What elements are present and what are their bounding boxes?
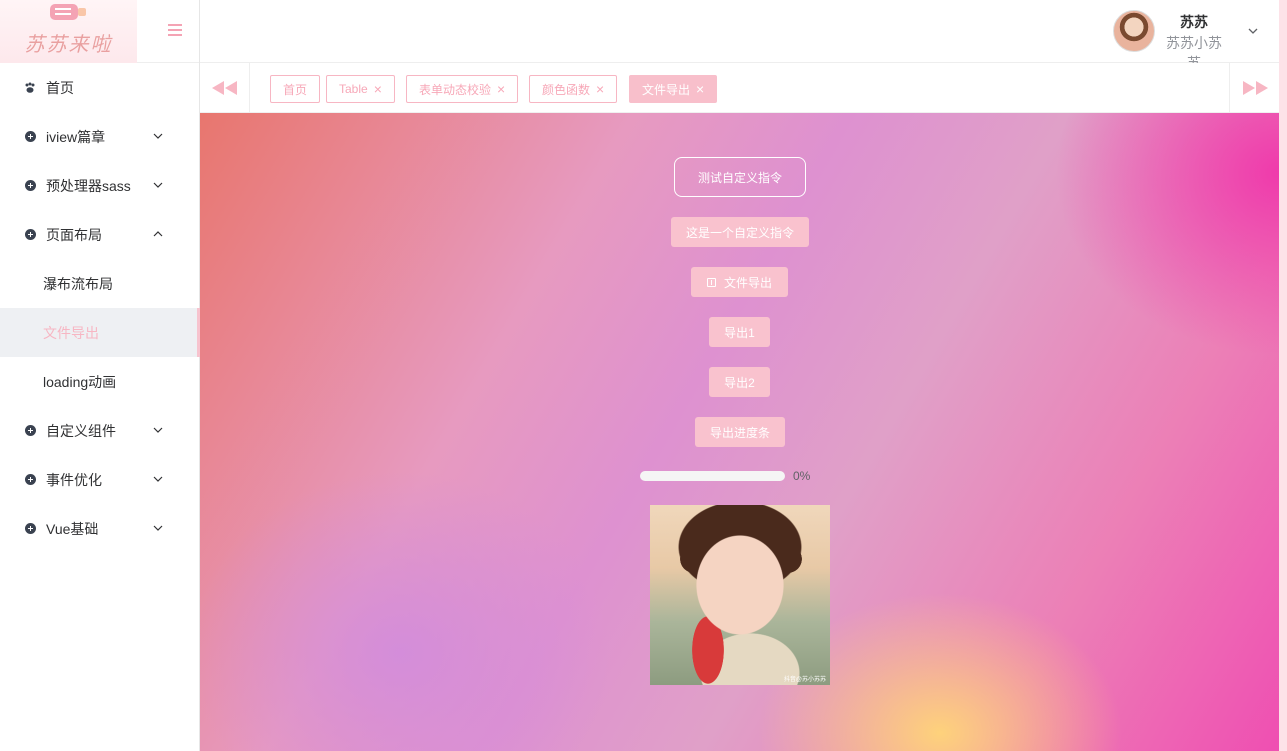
top-header: 苏苏 苏苏小苏苏 (200, 0, 1287, 71)
chevron-up-icon (153, 231, 163, 237)
custom-directive-button[interactable]: 这是一个自定义指令 (671, 217, 809, 247)
chevron-down-icon (153, 525, 163, 531)
sidebar-item-label: 自定义组件 (46, 422, 116, 439)
sidebar-subitem-loading[interactable]: loading动画 (0, 357, 199, 406)
tab-label: 文件导出 (642, 82, 691, 97)
scroll-left-button[interactable] (200, 63, 250, 113)
chevron-down-icon (153, 427, 163, 433)
chevron-down-icon (153, 182, 163, 188)
page-edge-strip (1279, 0, 1287, 751)
sidebar-item-home[interactable]: 首页 (0, 63, 199, 112)
tab-form-validation[interactable]: 表单动态校验 × (406, 75, 519, 103)
sidebar: 苏苏来啦 首页 iview篇章 预处理器sass 页面布局 瀑布流布局 文件导出… (0, 0, 200, 751)
tabs-bar: 首页 Table × 表单动态校验 × 颜色函数 × 文件导出 × (200, 63, 1279, 113)
progress-text: 0% (793, 469, 811, 483)
export2-button[interactable]: 导出2 (709, 367, 770, 397)
close-icon[interactable]: × (596, 82, 604, 96)
sidebar-item-label: loading动画 (43, 373, 117, 390)
plus-circle-icon (24, 180, 36, 192)
sidebar-item-iview[interactable]: iview篇章 (0, 112, 199, 161)
export-icon (706, 277, 716, 287)
sidebar-item-layout[interactable]: 页面布局 (0, 210, 199, 259)
child-photo: 抖音@苏小苏苏 (650, 505, 830, 685)
sidebar-item-label: iview篇章 (46, 128, 106, 145)
tab-color-functions[interactable]: 颜色函数 × (529, 75, 618, 103)
sidebar-item-label: 页面布局 (46, 226, 102, 243)
plus-circle-icon (24, 425, 36, 437)
scroll-right-button[interactable] (1229, 63, 1279, 113)
plus-circle-icon (24, 523, 36, 535)
logo-badge-icon (50, 3, 86, 20)
photo-caption: 抖音@苏小苏苏 (783, 677, 826, 683)
user-name[interactable]: 苏苏 (1160, 12, 1228, 32)
sidebar-subitem-file-export[interactable]: 文件导出 (0, 308, 200, 357)
test-directive-button[interactable]: 测试自定义指令 (674, 157, 806, 197)
close-icon[interactable]: × (374, 82, 382, 96)
main-content: 测试自定义指令 这是一个自定义指令 文件导出 导出1 导出2 导出进度条 0% … (200, 113, 1279, 751)
plus-circle-icon (24, 131, 36, 143)
export-progress-button[interactable]: 导出进度条 (695, 417, 785, 447)
plus-circle-icon (24, 474, 36, 486)
sidebar-item-custom-components[interactable]: 自定义组件 (0, 406, 199, 455)
sidebar-subitem-waterfall[interactable]: 瀑布流布局 (0, 259, 199, 308)
sidebar-item-label: Vue基础 (46, 520, 99, 537)
sidebar-item-event-optimization[interactable]: 事件优化 (0, 455, 199, 504)
export-progress-bar (640, 471, 785, 481)
logo[interactable]: 苏苏来啦 (0, 0, 137, 63)
double-right-arrow-icon (1242, 81, 1268, 95)
sidebar-item-label: 预处理器sass (46, 177, 131, 194)
tab-label: 表单动态校验 (419, 82, 492, 97)
tab-label: Table (339, 82, 368, 96)
chevron-down-icon (153, 133, 163, 139)
logo-area: 苏苏来啦 (0, 0, 199, 63)
file-export-button[interactable]: 文件导出 (691, 267, 788, 297)
sidebar-menu: 首页 iview篇章 预处理器sass 页面布局 瀑布流布局 文件导出 load… (0, 63, 200, 553)
sidebar-item-vue-basics[interactable]: Vue基础 (0, 504, 199, 553)
logo-text: 苏苏来啦 (24, 31, 113, 56)
double-left-arrow-icon (211, 81, 237, 95)
tab-file-export[interactable]: 文件导出 × (629, 75, 718, 103)
sidebar-item-sass[interactable]: 预处理器sass (0, 161, 199, 210)
tab-label: 首页 (283, 82, 308, 97)
plus-circle-icon (24, 229, 36, 241)
menu-toggle-icon[interactable] (168, 24, 182, 36)
sidebar-item-label: 事件优化 (46, 471, 102, 488)
chevron-down-icon (153, 476, 163, 482)
close-icon[interactable]: × (696, 82, 704, 96)
sidebar-item-label: 首页 (46, 79, 74, 96)
file-export-label: 文件导出 (723, 275, 772, 290)
close-icon[interactable]: × (497, 82, 505, 96)
export1-button[interactable]: 导出1 (709, 317, 770, 347)
tab-label: 颜色函数 (542, 82, 591, 97)
chevron-down-icon[interactable] (1247, 25, 1259, 37)
sidebar-item-label: 瀑布流布局 (43, 275, 113, 292)
avatar[interactable] (1113, 10, 1155, 52)
paw-icon (24, 82, 36, 94)
tab-table[interactable]: Table × (326, 75, 395, 103)
sidebar-item-label: 文件导出 (43, 324, 99, 341)
tab-home[interactable]: 首页 (270, 75, 321, 103)
